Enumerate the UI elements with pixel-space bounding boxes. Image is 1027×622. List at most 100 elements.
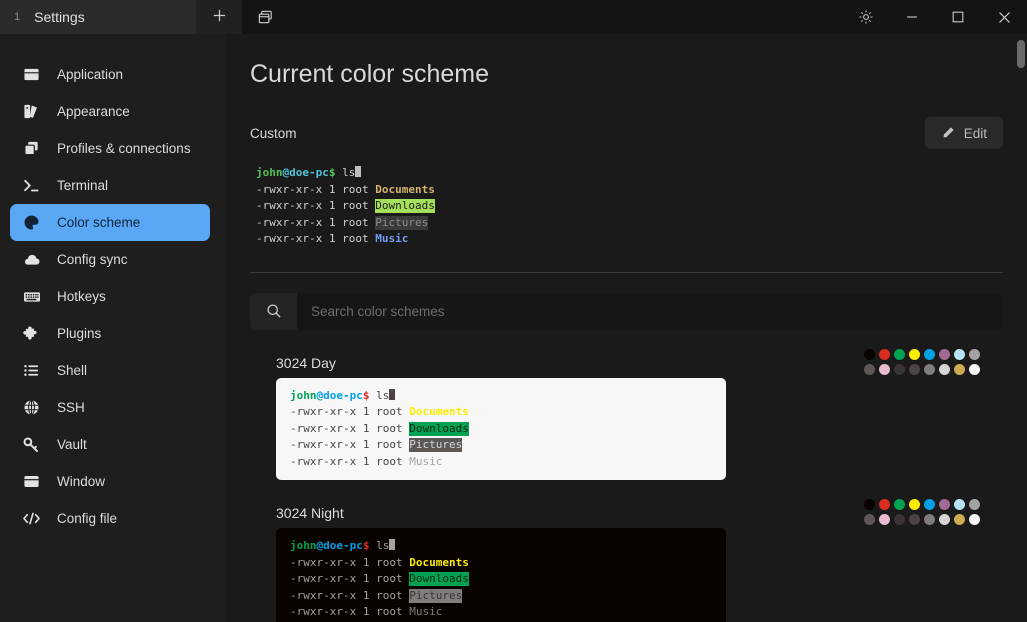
- scheme-3024-night[interactable]: 3024 Night john@doe-pc$ ls -rwxr-xr-x 1 ro…: [226, 498, 1027, 622]
- sidebar-item-application[interactable]: Application: [10, 56, 210, 93]
- vertical-scrollbar[interactable]: [1015, 34, 1027, 622]
- application-icon: [22, 65, 41, 84]
- sidebar-item-terminal[interactable]: Terminal: [10, 167, 210, 204]
- color-swatch: [909, 499, 920, 510]
- sidebar-item-color-scheme[interactable]: Color scheme: [10, 204, 210, 241]
- scheme-swatches: [864, 499, 982, 527]
- file-permissions: -rwxr-xr-x 1 root: [290, 555, 410, 569]
- sidebar-item-label: Plugins: [57, 326, 102, 341]
- terminal-cursor: [355, 166, 362, 177]
- settings-gear-button[interactable]: [843, 0, 889, 34]
- file-permissions: -rwxr-xr-x 1 root: [290, 572, 410, 585]
- sidebar-item-label: Window: [57, 474, 106, 489]
- search-color-schemes[interactable]: [250, 292, 1003, 330]
- color-swatch: [894, 514, 905, 525]
- sidebar-item-appearance[interactable]: Appearance: [10, 93, 210, 130]
- globe-icon: [22, 398, 41, 417]
- file-name: Pictures: [409, 438, 463, 452]
- terminal-listing-line: -rwxr-xr-x 1 root Pictures: [290, 588, 712, 605]
- sidebar-item-label: Hotkeys: [57, 289, 106, 304]
- terminal-icon: [22, 176, 41, 195]
- close-icon: [998, 11, 1010, 23]
- gear-icon: [859, 10, 873, 24]
- profile-selector-button[interactable]: [242, 0, 288, 34]
- list-icon: [22, 361, 41, 380]
- page-title: Current color scheme: [250, 60, 489, 88]
- search-icon: [266, 304, 281, 318]
- color-swatch: [864, 499, 875, 510]
- tab-index: 1: [14, 11, 21, 23]
- palette-icon: [22, 213, 41, 232]
- file-name: Downloads: [409, 572, 469, 586]
- tab-settings[interactable]: 1 Settings: [0, 0, 196, 34]
- color-swatch: [864, 348, 875, 360]
- color-swatch: [954, 363, 965, 375]
- search-button[interactable]: [250, 292, 297, 330]
- prompt-command: ls: [369, 388, 390, 402]
- sidebar-item-config-sync[interactable]: Config sync: [10, 241, 210, 278]
- terminal-listing-line: -rwxr-xr-x 1 root Downloads: [290, 571, 712, 588]
- scheme-name: 3024 Day: [276, 354, 336, 371]
- sidebar-item-hotkeys[interactable]: Hotkeys: [10, 278, 210, 315]
- color-swatch: [939, 514, 950, 525]
- file-name: Music: [409, 605, 443, 618]
- new-tab-button[interactable]: [196, 0, 242, 34]
- color-swatch: [894, 348, 905, 360]
- titlebar: 1 Settings: [0, 0, 1027, 34]
- prompt-user: john: [256, 166, 283, 179]
- terminal-listing-line: -rwxr-xr-x 1 root Documents: [256, 182, 1017, 199]
- scheme-3024-day[interactable]: 3024 Day john@doe-pc$ ls -rwxr-xr-x 1 root…: [226, 348, 1027, 480]
- prompt-command: ls: [335, 166, 356, 179]
- file-permissions: -rwxr-xr-x 1 root: [290, 438, 410, 451]
- sidebar-item-shell[interactable]: Shell: [10, 352, 210, 389]
- color-swatch: [969, 348, 980, 360]
- terminal-prompt-line: john@doe-pc$ ls: [290, 538, 712, 555]
- file-permissions: -rwxr-xr-x 1 root: [256, 199, 376, 212]
- color-swatch: [909, 348, 920, 360]
- file-permissions: -rwxr-xr-x 1 root: [256, 232, 376, 245]
- file-permissions: -rwxr-xr-x 1 root: [256, 182, 376, 196]
- tab-label: Settings: [34, 9, 85, 25]
- minimize-button[interactable]: [889, 0, 935, 34]
- sidebar-item-label: Appearance: [57, 104, 130, 119]
- puzzle-icon: [22, 324, 41, 343]
- edit-button[interactable]: Edit: [924, 117, 1003, 149]
- sidebar-item-profiles-connections[interactable]: Profiles & connections: [10, 130, 210, 167]
- terminal-prompt-line: john@doe-pc$ ls: [290, 388, 712, 405]
- close-button[interactable]: [981, 0, 1027, 34]
- color-swatch: [894, 363, 905, 375]
- prompt-command: ls: [369, 539, 390, 552]
- windows-stack-icon: [258, 10, 272, 23]
- code-icon: [22, 509, 41, 528]
- current-scheme-row: Custom Edit: [250, 117, 1003, 149]
- prompt-host: @doe-pc: [282, 166, 329, 179]
- sidebar-item-window[interactable]: Window: [10, 463, 210, 500]
- color-swatch: [924, 348, 935, 360]
- sidebar-item-label: Config sync: [57, 252, 128, 267]
- file-name: Downloads: [409, 421, 469, 436]
- 3024-day-terminal-preview: john@doe-pc$ ls -rwxr-xr-x 1 root Documen…: [276, 377, 726, 480]
- scheme-header: 3024 Night: [276, 498, 982, 528]
- scrollbar-thumb[interactable]: [1017, 40, 1025, 68]
- terminal-listing-line: -rwxr-xr-x 1 root Downloads: [290, 421, 712, 438]
- sidebar-item-label: Application: [57, 67, 124, 82]
- sidebar-item-plugins[interactable]: Plugins: [10, 315, 210, 352]
- sidebar-item-label: Config file: [57, 511, 118, 526]
- color-swatch: [969, 514, 980, 525]
- search-input[interactable]: [297, 292, 1003, 330]
- maximize-button[interactable]: [935, 0, 981, 34]
- scheme-list: 3024 Day john@doe-pc$ ls -rwxr-xr-x 1 root…: [226, 348, 1027, 622]
- keyboard-icon: [22, 287, 41, 306]
- sidebar-item-vault[interactable]: Vault: [10, 426, 210, 463]
- main-content: Current color scheme Custom Edit john@do…: [226, 34, 1027, 622]
- color-swatch: [909, 363, 920, 375]
- color-swatch: [969, 499, 980, 510]
- file-permissions: -rwxr-xr-x 1 root: [290, 421, 410, 435]
- color-swatch: [909, 514, 920, 525]
- scheme-name: 3024 Night: [276, 505, 344, 521]
- sidebar-item-ssh[interactable]: SSH: [10, 389, 210, 426]
- file-permissions: -rwxr-xr-x 1 root: [290, 454, 410, 468]
- scheme-swatches: [864, 348, 982, 377]
- sidebar-item-config-file[interactable]: Config file: [10, 500, 210, 537]
- profiles-icon: [22, 139, 41, 158]
